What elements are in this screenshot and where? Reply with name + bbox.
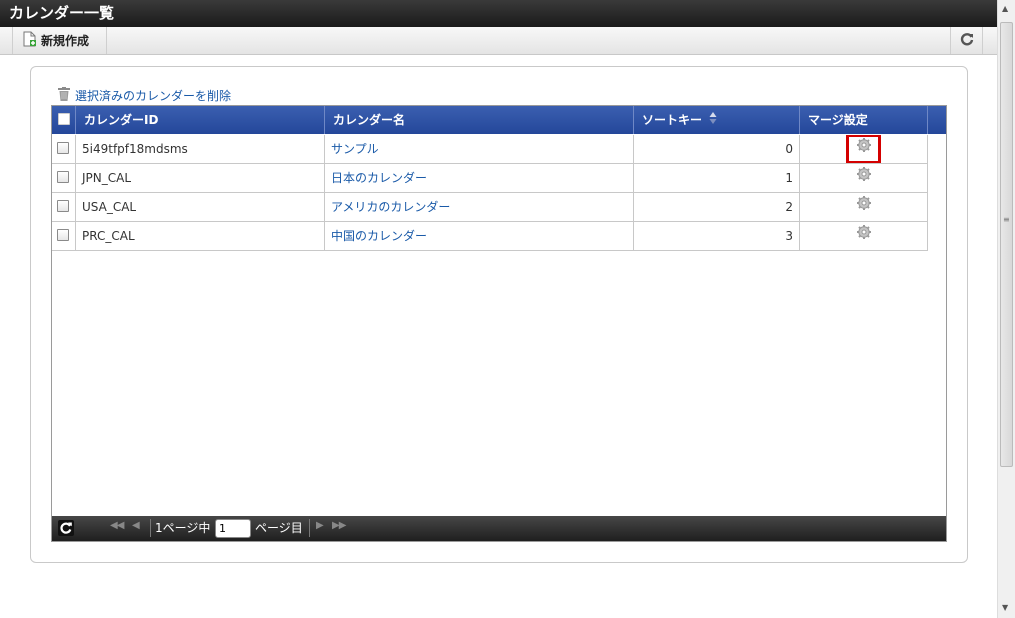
merge-settings-cell: [800, 193, 928, 221]
merge-settings-cell: [800, 164, 928, 192]
delete-selected-link[interactable]: 選択済みのカレンダーを削除: [58, 86, 232, 104]
merge-settings-cell: [800, 222, 928, 250]
pager-refresh-icon[interactable]: [58, 520, 74, 536]
sort-key-cell: 2: [634, 193, 800, 221]
header-calendar-id[interactable]: カレンダーID: [76, 106, 325, 134]
calendar-name-cell: サンプル: [325, 135, 634, 163]
select-all-checkbox[interactable]: [58, 113, 70, 125]
row-select-cell: [52, 164, 76, 192]
sort-key-cell: 0: [634, 135, 800, 163]
calendar-grid: カレンダーID カレンダー名 ソートキー マージ設定 5i49tfpf18mds…: [51, 105, 947, 542]
prev-page-icon[interactable]: ◀: [132, 520, 140, 531]
gear-icon[interactable]: [856, 135, 872, 163]
calendar-id-cell: 5i49tfpf18mdsms: [76, 135, 325, 163]
delete-selected-label: 選択済みのカレンダーを削除: [75, 88, 232, 103]
first-page-icon[interactable]: ◀◀: [110, 520, 124, 531]
header-select-all-cell: [52, 106, 76, 134]
refresh-button[interactable]: [950, 27, 983, 54]
pager-bar: ◀◀ ◀ 1ページ中 ページ目 ▶ ▶▶: [52, 516, 946, 541]
calendar-id-cell: JPN_CAL: [76, 164, 325, 192]
calendar-id-cell: USA_CAL: [76, 193, 325, 221]
scroll-thumb[interactable]: ≡: [1000, 22, 1013, 467]
new-create-button[interactable]: 新規作成: [12, 27, 107, 54]
table-row[interactable]: JPN_CAL 日本のカレンダー 1: [52, 164, 928, 193]
pager-separator: [150, 519, 151, 537]
calendar-name-cell: 日本のカレンダー: [325, 164, 634, 192]
window-title: カレンダー一覧: [0, 0, 997, 27]
pager-prefix: 1ページ中: [155, 521, 211, 535]
table-row[interactable]: USA_CAL アメリカのカレンダー 2: [52, 193, 928, 222]
table-row[interactable]: PRC_CAL 中国のカレンダー 3: [52, 222, 928, 251]
toolbar: 新規作成: [0, 27, 997, 55]
merge-settings-cell: [800, 135, 928, 163]
calendar-name-link[interactable]: サンプル: [331, 142, 379, 156]
row-checkbox[interactable]: [57, 200, 69, 212]
scroll-down-arrow-icon[interactable]: ▼: [1002, 603, 1008, 612]
calendar-name-cell: 中国のカレンダー: [325, 222, 634, 250]
row-select-cell: [52, 193, 76, 221]
sort-key-label: ソートキー: [642, 113, 703, 127]
new-create-label: 新規作成: [41, 34, 90, 48]
new-document-icon: [23, 31, 37, 50]
highlight-box: [846, 135, 881, 163]
header-sort-key[interactable]: ソートキー: [634, 106, 800, 134]
gear-icon[interactable]: [856, 193, 872, 221]
grid-header: カレンダーID カレンダー名 ソートキー マージ設定: [52, 106, 946, 134]
vertical-scrollbar[interactable]: ▲ ≡ ▼: [997, 0, 1015, 618]
grip-icon: ≡: [1003, 215, 1010, 224]
gear-icon[interactable]: [856, 164, 872, 192]
header-merge-settings: マージ設定: [800, 106, 928, 134]
calendar-name-cell: アメリカのカレンダー: [325, 193, 634, 221]
sort-key-cell: 3: [634, 222, 800, 250]
page-number-input[interactable]: [215, 519, 251, 538]
refresh-icon: [960, 32, 974, 49]
table-row[interactable]: 5i49tfpf18mdsms サンプル 0: [52, 135, 928, 164]
pager-separator: [309, 519, 310, 537]
row-checkbox[interactable]: [57, 229, 69, 241]
sort-key-cell: 1: [634, 164, 800, 192]
sort-arrows-icon[interactable]: [709, 107, 717, 135]
calendar-name-link[interactable]: アメリカのカレンダー: [331, 200, 450, 214]
gear-icon[interactable]: [856, 222, 872, 250]
row-select-cell: [52, 222, 76, 250]
row-select-cell: [52, 135, 76, 163]
calendar-id-cell: PRC_CAL: [76, 222, 325, 250]
row-checkbox[interactable]: [57, 142, 69, 154]
next-page-icon[interactable]: ▶: [316, 520, 324, 531]
scroll-up-arrow-icon[interactable]: ▲: [1002, 4, 1008, 13]
last-page-icon[interactable]: ▶▶: [332, 520, 346, 531]
row-checkbox[interactable]: [57, 171, 69, 183]
calendar-name-link[interactable]: 日本のカレンダー: [331, 171, 427, 185]
calendar-name-link[interactable]: 中国のカレンダー: [331, 229, 427, 243]
pager-suffix: ページ目: [255, 521, 303, 535]
header-calendar-name[interactable]: カレンダー名: [325, 106, 634, 134]
trash-icon: [58, 86, 70, 104]
